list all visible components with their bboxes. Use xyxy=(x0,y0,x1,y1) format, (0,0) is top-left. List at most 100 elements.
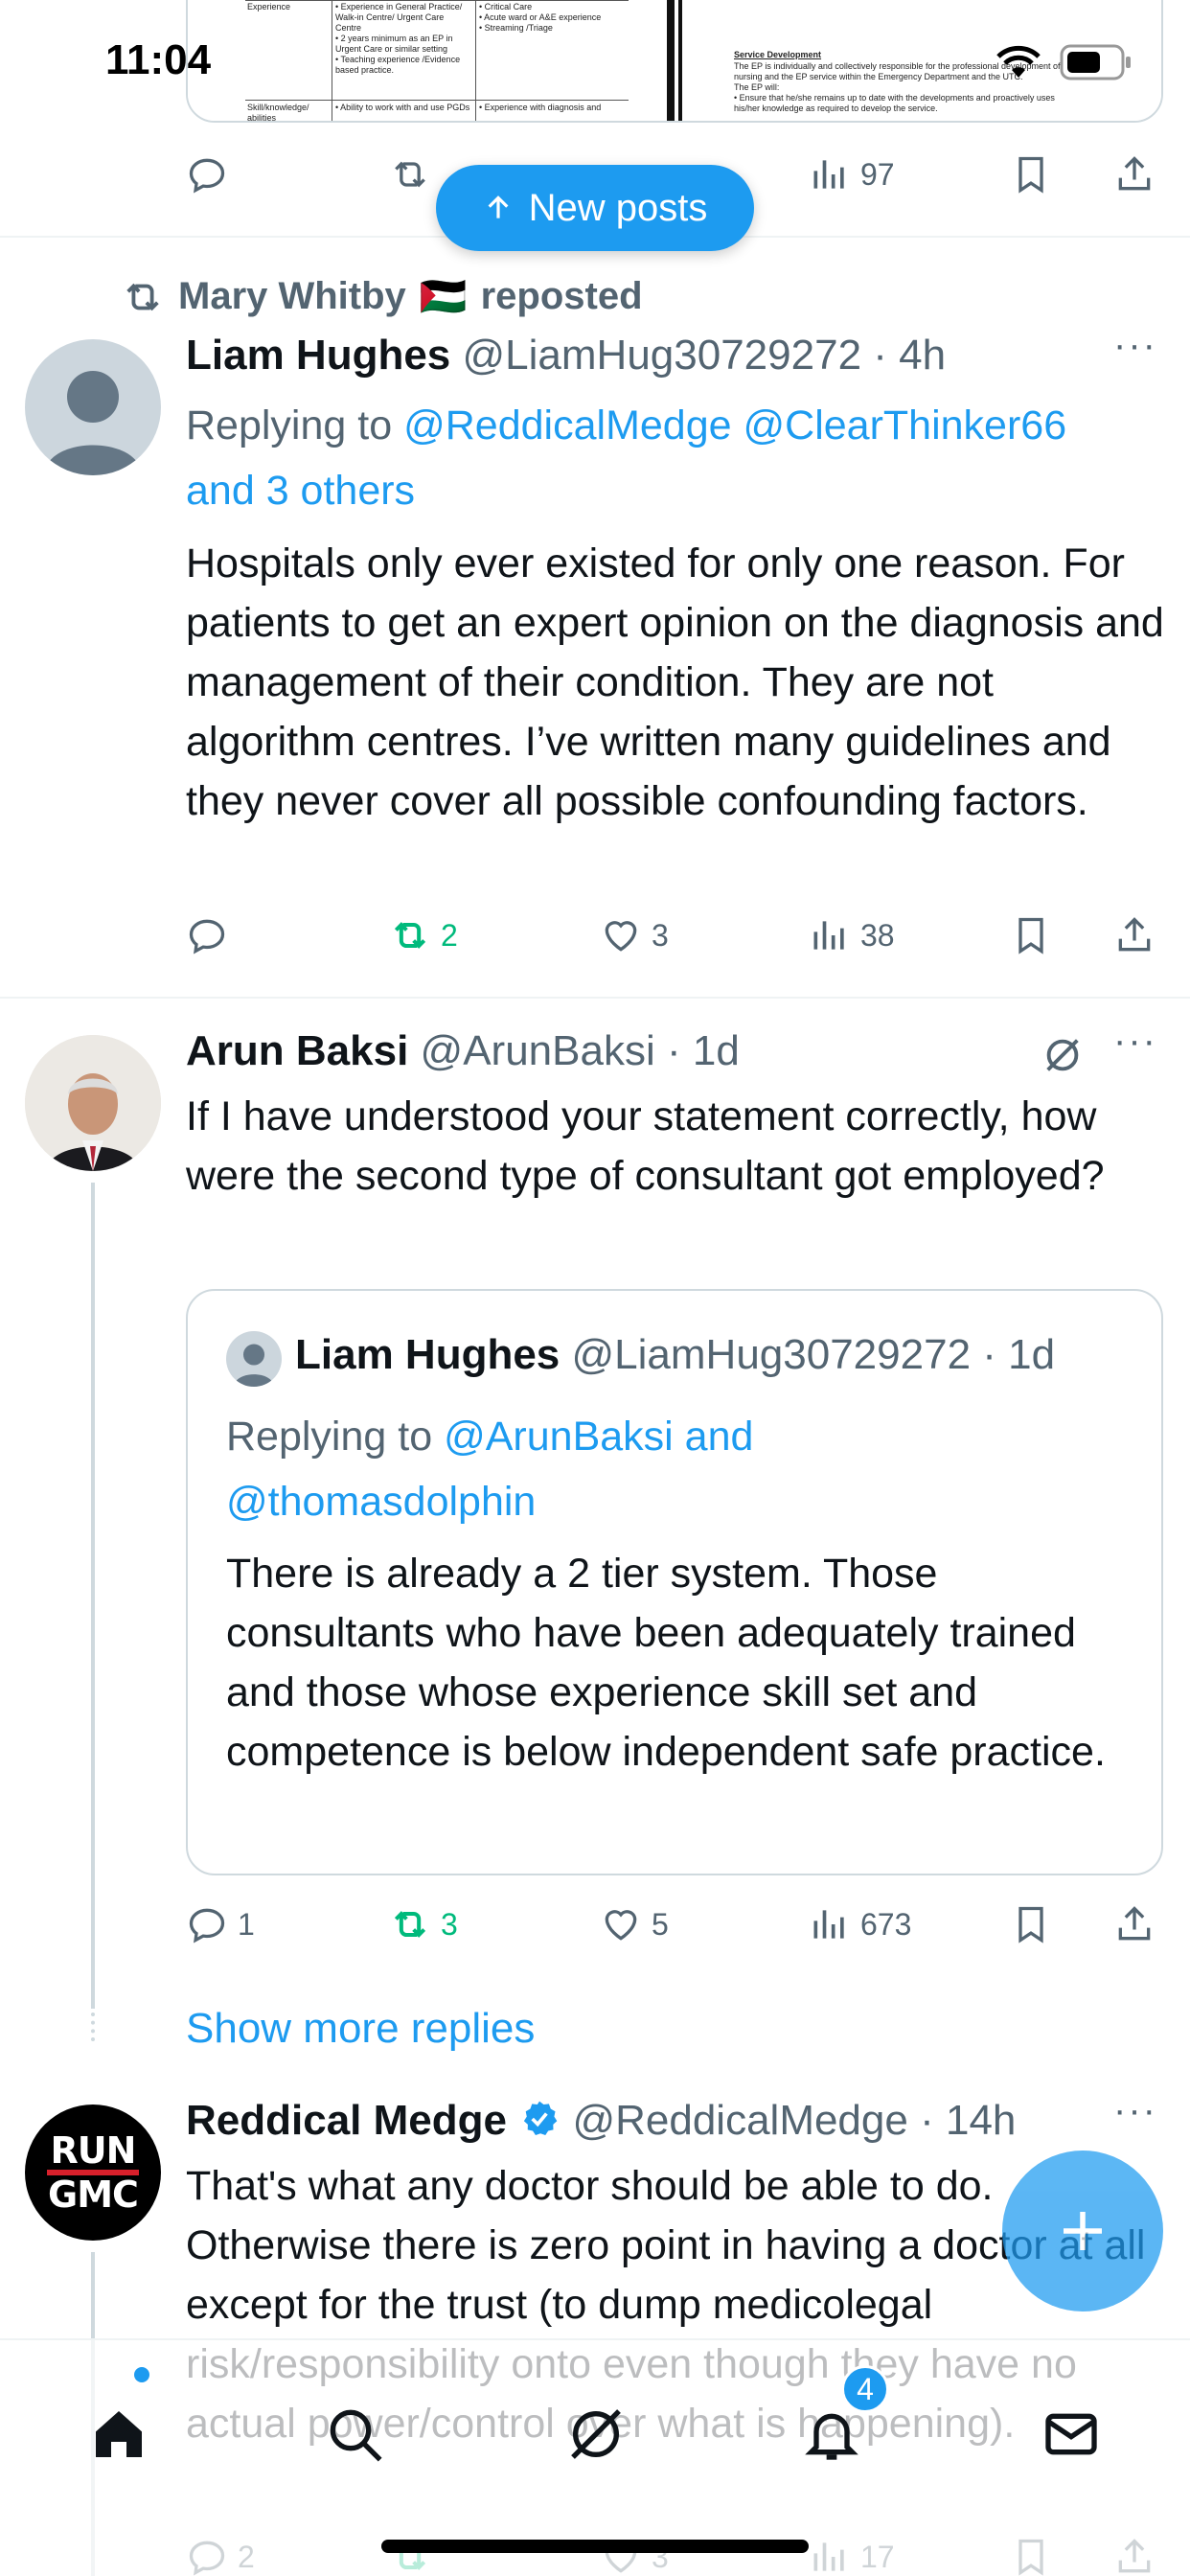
views-button[interactable]: 673 xyxy=(809,1903,911,1945)
avatar[interactable] xyxy=(25,339,161,475)
reply-count: 1 xyxy=(238,1906,255,1942)
replying-handles[interactable]: @ReddicalMedge @ClearThinker66 xyxy=(403,402,1066,448)
reply-icon xyxy=(189,1908,225,1944)
display-name[interactable]: Liam Hughes xyxy=(186,332,450,379)
more-options-icon[interactable]: ··· xyxy=(1113,2089,1157,2132)
quote-text: There is already a 2 tier system. Those … xyxy=(226,1551,1106,1775)
repost-icon xyxy=(395,161,425,188)
bookmark-button[interactable] xyxy=(1010,914,1052,956)
status-time: 11:04 xyxy=(105,36,212,83)
verified-badge-icon xyxy=(524,2101,558,2136)
post-actions: 1 3 5 673 xyxy=(186,1896,1163,1953)
bookmark-button[interactable] xyxy=(1010,1903,1052,1945)
doc-row1-label: Experience xyxy=(247,2,291,12)
battery-icon xyxy=(1060,44,1131,80)
user-handle: @LiamHug30729272 xyxy=(571,1331,972,1378)
home-unread-dot xyxy=(134,2367,149,2382)
display-name: Liam Hughes xyxy=(295,1331,561,1378)
post-time[interactable]: · 1d xyxy=(667,1027,740,1074)
user-handle[interactable]: @ReddicalMedge xyxy=(572,2097,907,2144)
views-icon xyxy=(813,160,844,189)
reply-button[interactable]: 1 xyxy=(186,1903,255,1945)
avatar[interactable] xyxy=(25,1035,161,1171)
repost-icon xyxy=(394,922,426,949)
doc-row2-label: Skill/knowledge/ abilities xyxy=(247,103,309,123)
user-handle[interactable]: @LiamHug30729272 xyxy=(463,332,862,379)
share-button[interactable] xyxy=(1113,153,1156,196)
display-name[interactable]: Reddical Medge xyxy=(186,2097,507,2144)
doc-row2-col2: • Experience with diagnosis and xyxy=(479,103,602,112)
views-button[interactable]: 38 xyxy=(809,914,895,956)
views-button[interactable]: 97 xyxy=(809,153,895,196)
views-icon xyxy=(813,1910,844,1939)
messages-icon[interactable] xyxy=(1041,2404,1102,2465)
share-icon xyxy=(1118,1906,1151,1941)
repost-button[interactable]: 2 xyxy=(389,914,458,956)
heart-icon xyxy=(605,921,637,952)
grok-icon[interactable] xyxy=(1041,1033,1085,1077)
share-icon xyxy=(1118,156,1151,191)
profile-photo-icon xyxy=(25,1035,161,1171)
grok-icon[interactable] xyxy=(565,2404,627,2465)
compose-button[interactable] xyxy=(1002,2150,1163,2312)
bookmark-icon xyxy=(1018,1906,1043,1944)
replying-more[interactable]: and 3 others xyxy=(186,468,415,514)
more-options-icon[interactable]: ··· xyxy=(1113,324,1157,367)
post-header: Reddical Medge @ReddicalMedge · 14h xyxy=(186,2097,1016,2145)
show-more-replies-link[interactable]: Show more replies xyxy=(186,2005,535,2053)
quote-header: Liam Hughes @LiamHug30729272 · 1d xyxy=(295,1331,1055,1379)
user-handle[interactable]: @ArunBaksi xyxy=(421,1027,655,1074)
like-count: 3 xyxy=(652,917,669,953)
reply-icon xyxy=(189,919,225,954)
like-button[interactable]: 5 xyxy=(600,1903,669,1945)
repost-count: 2 xyxy=(441,917,458,953)
display-name[interactable]: Arun Baksi xyxy=(186,1027,408,1074)
replying-to: Replying to @ReddicalMedge @ClearThinker… xyxy=(186,393,1173,523)
share-button[interactable] xyxy=(1113,914,1156,956)
avatar[interactable]: RUN GMC xyxy=(25,2104,161,2241)
views-count: 97 xyxy=(860,156,895,192)
heart-icon xyxy=(605,1910,637,1941)
repost-suffix: reposted xyxy=(480,275,643,317)
views-count: 38 xyxy=(860,917,895,953)
quoted-post[interactable]: Liam Hughes @LiamHug30729272 · 1d Replyi… xyxy=(186,1289,1163,1875)
post-header: Arun Baksi @ArunBaksi · 1d xyxy=(186,1027,740,1075)
wifi-icon xyxy=(996,45,1041,78)
avatar-logo-text-1: RUN xyxy=(50,2129,137,2172)
repost-user[interactable]: Mary Whitby xyxy=(178,275,406,318)
doc-row1-col2: • Critical Care • Acute ward or A&E expe… xyxy=(479,2,602,33)
search-icon[interactable] xyxy=(324,2404,385,2465)
thread-line xyxy=(91,1183,95,2009)
replying-to: Replying to @ArunBaksi and @thomasdolphi… xyxy=(226,1404,1127,1534)
reply-button[interactable] xyxy=(186,914,228,956)
doc-row1-col1: • Experience in General Practice/ Walk-i… xyxy=(335,2,463,75)
bookmark-button[interactable] xyxy=(1010,153,1052,196)
like-button[interactable]: 3 xyxy=(600,914,669,956)
notifications-icon[interactable] xyxy=(801,2404,862,2465)
avatar xyxy=(226,1331,282,1387)
home-indicator xyxy=(381,2540,809,2553)
post-time[interactable]: · 14h xyxy=(920,2097,1016,2144)
flag-emoji: 🇵🇸 xyxy=(419,276,468,318)
like-count: 5 xyxy=(652,1906,669,1942)
thread-dots xyxy=(91,2012,95,2041)
post-text: If I have understood your statement corr… xyxy=(186,1093,1105,1199)
more-options-icon[interactable]: ··· xyxy=(1113,1020,1157,1063)
replying-label: Replying to xyxy=(186,402,393,448)
replying-handles-2[interactable]: @thomasdolphin xyxy=(226,1479,536,1525)
replying-label: Replying to xyxy=(226,1414,433,1460)
post-time: · 1d xyxy=(982,1331,1056,1378)
home-icon[interactable] xyxy=(88,2404,149,2465)
repost-button[interactable] xyxy=(389,153,431,196)
post-time[interactable]: · 4h xyxy=(873,332,946,379)
reply-button[interactable] xyxy=(186,153,228,196)
replying-handles[interactable]: @ArunBaksi and xyxy=(444,1414,753,1460)
bookmark-icon xyxy=(1018,156,1043,194)
new-posts-label: New posts xyxy=(528,186,708,229)
share-button[interactable] xyxy=(1113,1903,1156,1945)
post-divider xyxy=(0,997,1190,999)
notifications-badge: 4 xyxy=(841,2365,889,2413)
arrow-up-icon xyxy=(488,196,509,218)
repost-button[interactable]: 3 xyxy=(389,1903,458,1945)
new-posts-button[interactable]: New posts xyxy=(436,165,754,251)
